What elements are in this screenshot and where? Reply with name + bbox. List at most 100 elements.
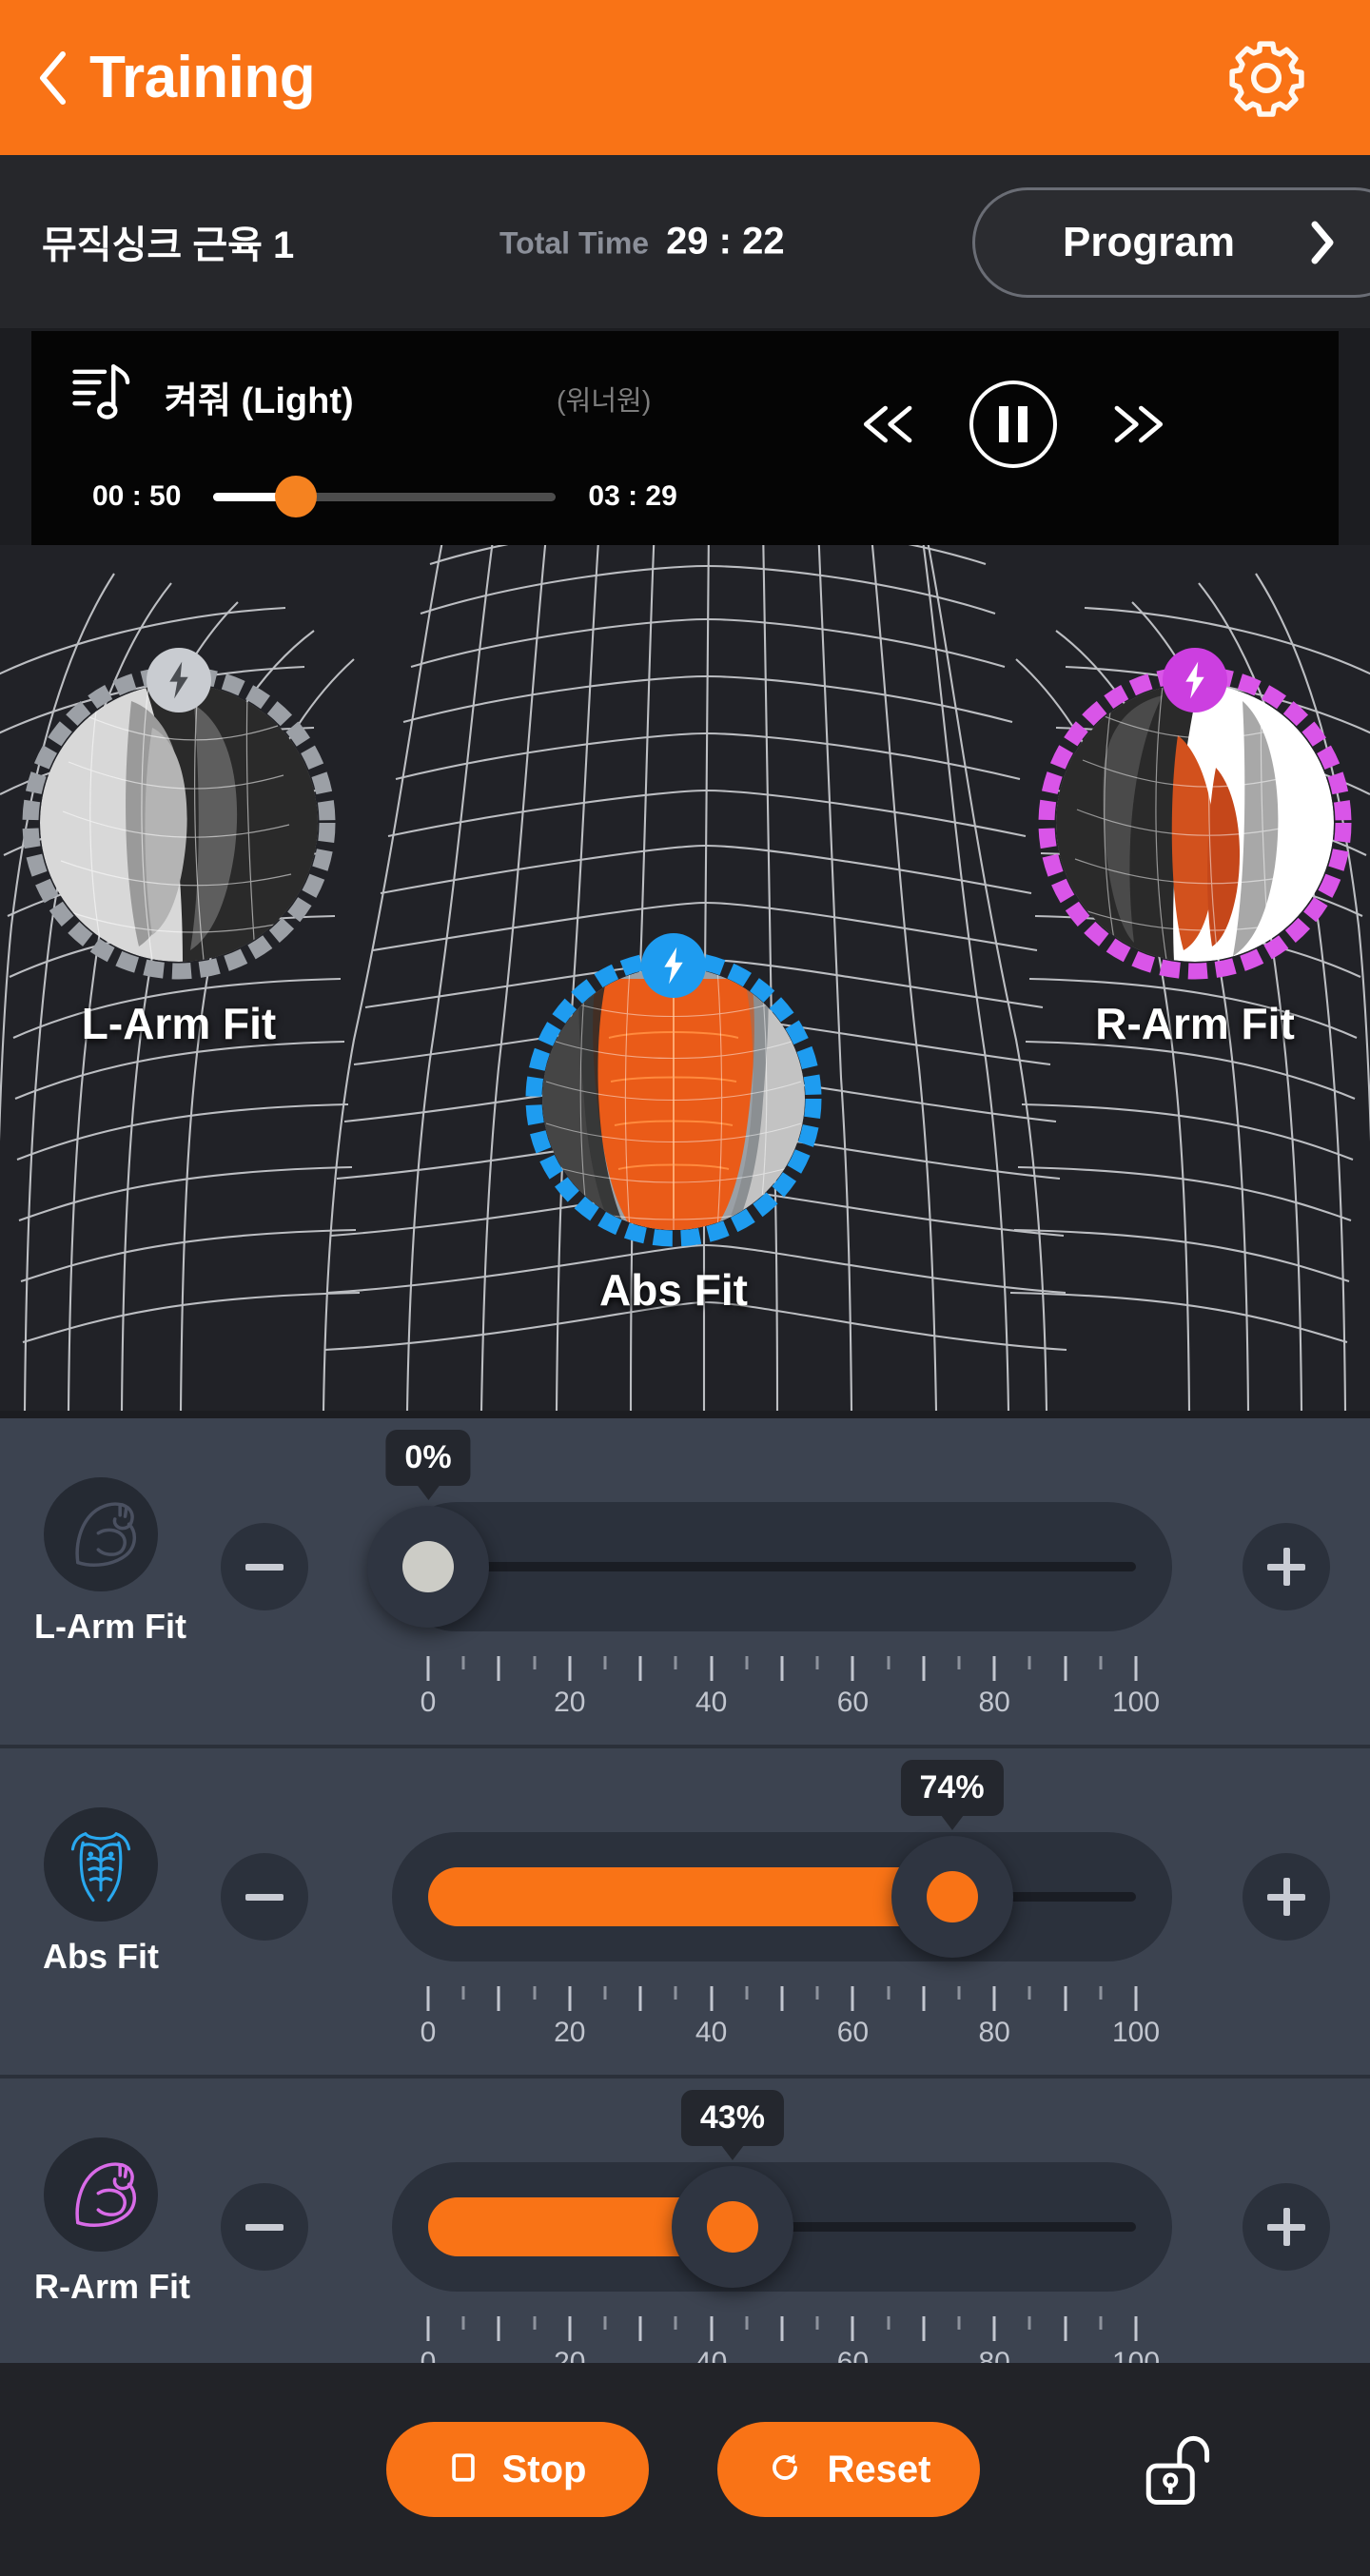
pause-bar-right <box>1018 406 1028 442</box>
fast-forward-icon[interactable] <box>1110 397 1165 452</box>
scale-tick-minor <box>1099 1656 1103 1669</box>
app-header: Training <box>0 0 1370 155</box>
minus-icon <box>245 1878 284 1916</box>
scale-tick-label: 0 <box>420 1687 437 1718</box>
scale-tick-minor <box>745 1986 749 2000</box>
scale-tick-minor <box>603 1656 607 1669</box>
abs-node-label: Abs Fit <box>599 1265 748 1315</box>
abs-increase-button[interactable] <box>1243 1853 1330 1941</box>
r-arm-slider-label: R-Arm Fit <box>34 2267 190 2306</box>
pause-button[interactable] <box>969 381 1057 468</box>
abs-slider-track[interactable]: 74% <box>392 1760 1172 1961</box>
l-arm-value-bubble: 0% <box>385 1430 471 1486</box>
rewind-icon[interactable] <box>861 397 916 452</box>
scale-tick-label: 60 <box>836 2017 870 2048</box>
scale-tick-minor <box>603 1986 607 2000</box>
l-arm-decrease-button[interactable] <box>221 1523 308 1610</box>
scale-tick-major <box>1064 2316 1067 2341</box>
scale-tick-major <box>710 1656 714 1681</box>
scale-tick-major <box>780 1986 784 2011</box>
scale-tick-major <box>1134 1656 1138 1681</box>
r-arm-ring[interactable] <box>1033 648 1357 985</box>
plus-icon <box>1267 2208 1305 2246</box>
scale-tick-major <box>638 1986 642 2011</box>
gear-icon[interactable] <box>1225 37 1307 119</box>
scale-tick-minor <box>461 1986 465 2000</box>
plus-icon <box>1267 1548 1305 1586</box>
r-arm-slider-track[interactable]: 43% <box>392 2090 1172 2292</box>
r-arm-value-bubble: 43% <box>680 2090 784 2146</box>
music-seek-thumb[interactable] <box>274 476 317 517</box>
abs-value-bubble: 74% <box>900 1760 1004 1816</box>
scale-tick-minor <box>461 2316 465 2330</box>
music-seek-bar[interactable] <box>213 476 557 517</box>
l-arm-ring[interactable] <box>17 648 341 985</box>
l-arm-slider-thumb[interactable] <box>367 1506 489 1628</box>
l-arm-increase-button[interactable] <box>1243 1523 1330 1610</box>
reset-button-label: Reset <box>827 2448 931 2490</box>
stop-button-label: Stop <box>501 2448 587 2490</box>
scale-tick-major <box>1064 1986 1067 2011</box>
slider-row-abs: Abs Fit 74% 0 20 40 60 80 100 <box>0 1748 1370 2078</box>
scale-tick-major <box>851 1656 854 1681</box>
scale-tick-major <box>851 2316 854 2341</box>
scale-tick-label: 80 <box>978 2017 1010 2048</box>
body-node-abs[interactable]: Abs Fit <box>521 933 826 1316</box>
scale-tick-major <box>568 1656 572 1681</box>
l-arm-slider-area: 0% <box>367 1430 1172 1631</box>
scale-tick-minor <box>1099 2316 1103 2330</box>
scale-tick-minor <box>674 2316 677 2330</box>
program-name: 뮤직싱크 근육 1 <box>42 224 295 266</box>
chevron-right-icon <box>1309 221 1336 264</box>
bottom-action-bar: Stop Reset <box>0 2363 1370 2576</box>
scale-tick-label: 60 <box>836 1687 870 1718</box>
minus-icon <box>245 1548 284 1586</box>
training-screen: Training 뮤직싱크 근육 1 Total Time 29 : 22 Pr… <box>0 0 1370 2576</box>
scale-tick-major <box>780 2316 784 2341</box>
plus-icon <box>1267 1878 1305 1916</box>
body-diagram: L-Arm Fit Abs Fit R-Arm Fit <box>0 545 1370 1411</box>
l-arm-thumb-dot <box>402 1541 454 1592</box>
chevron-left-icon[interactable] <box>36 50 68 106</box>
abs-decrease-button[interactable] <box>221 1853 308 1941</box>
pause-bar-left <box>999 406 1008 442</box>
slider-row-r-arm: R-Arm Fit 43% 020406080100 <box>0 2078 1370 2409</box>
abs-ring[interactable] <box>521 933 826 1251</box>
scale-tick-minor <box>533 1656 537 1669</box>
total-time: Total Time 29 : 22 <box>499 221 785 263</box>
abs-slider-thumb[interactable] <box>890 1836 1013 1958</box>
r-arm-node-label: R-Arm Fit <box>1095 999 1295 1048</box>
body-node-r-arm[interactable]: R-Arm Fit <box>1033 648 1357 1049</box>
scale-tick-label: 0 <box>420 2017 437 2048</box>
r-arm-slider-thumb[interactable] <box>671 2166 793 2288</box>
slider-row-l-arm: L-Arm Fit 0% 0 20 40 60 80 100 <box>0 1418 1370 1748</box>
r-arm-decrease-button[interactable] <box>221 2183 308 2271</box>
scale-tick-major <box>992 1986 996 2011</box>
scale-tick-label: 100 <box>1111 2017 1161 2048</box>
scale-tick-major <box>992 2316 996 2341</box>
r-arm-increase-button[interactable] <box>1243 2183 1330 2271</box>
current-time: 00 : 50 <box>92 480 182 512</box>
reset-button[interactable]: Reset <box>717 2422 980 2517</box>
scale-tick-minor <box>815 1656 819 1669</box>
lightning-bolt-icon <box>147 648 211 712</box>
abs-track-fill <box>428 1867 952 1926</box>
scale-tick-major <box>922 1656 926 1681</box>
flexed-bicep-icon <box>44 2137 158 2252</box>
scale-tick-minor <box>957 1986 961 2000</box>
scale-tick-minor <box>674 1656 677 1669</box>
minus-icon <box>245 2208 284 2246</box>
l-arm-slider-track[interactable]: 0% <box>367 1430 1172 1631</box>
lightning-bolt-icon <box>641 933 706 998</box>
scale-tick-major <box>638 1656 642 1681</box>
program-button[interactable]: Program <box>972 187 1370 298</box>
abs-scale: 0 20 40 60 80 100 <box>421 1986 1160 2062</box>
scale-tick-major <box>426 1986 430 2011</box>
stop-button[interactable]: Stop <box>386 2422 649 2517</box>
body-node-l-arm[interactable]: L-Arm Fit <box>17 648 341 1049</box>
scale-tick-label: 80 <box>978 1687 1010 1718</box>
scale-tick-major <box>851 1986 854 2011</box>
abs-slider-area: 74% <box>392 1760 1172 1961</box>
r-arm-thumb-dot <box>706 2201 758 2253</box>
unlock-icon[interactable] <box>1132 2426 1220 2513</box>
